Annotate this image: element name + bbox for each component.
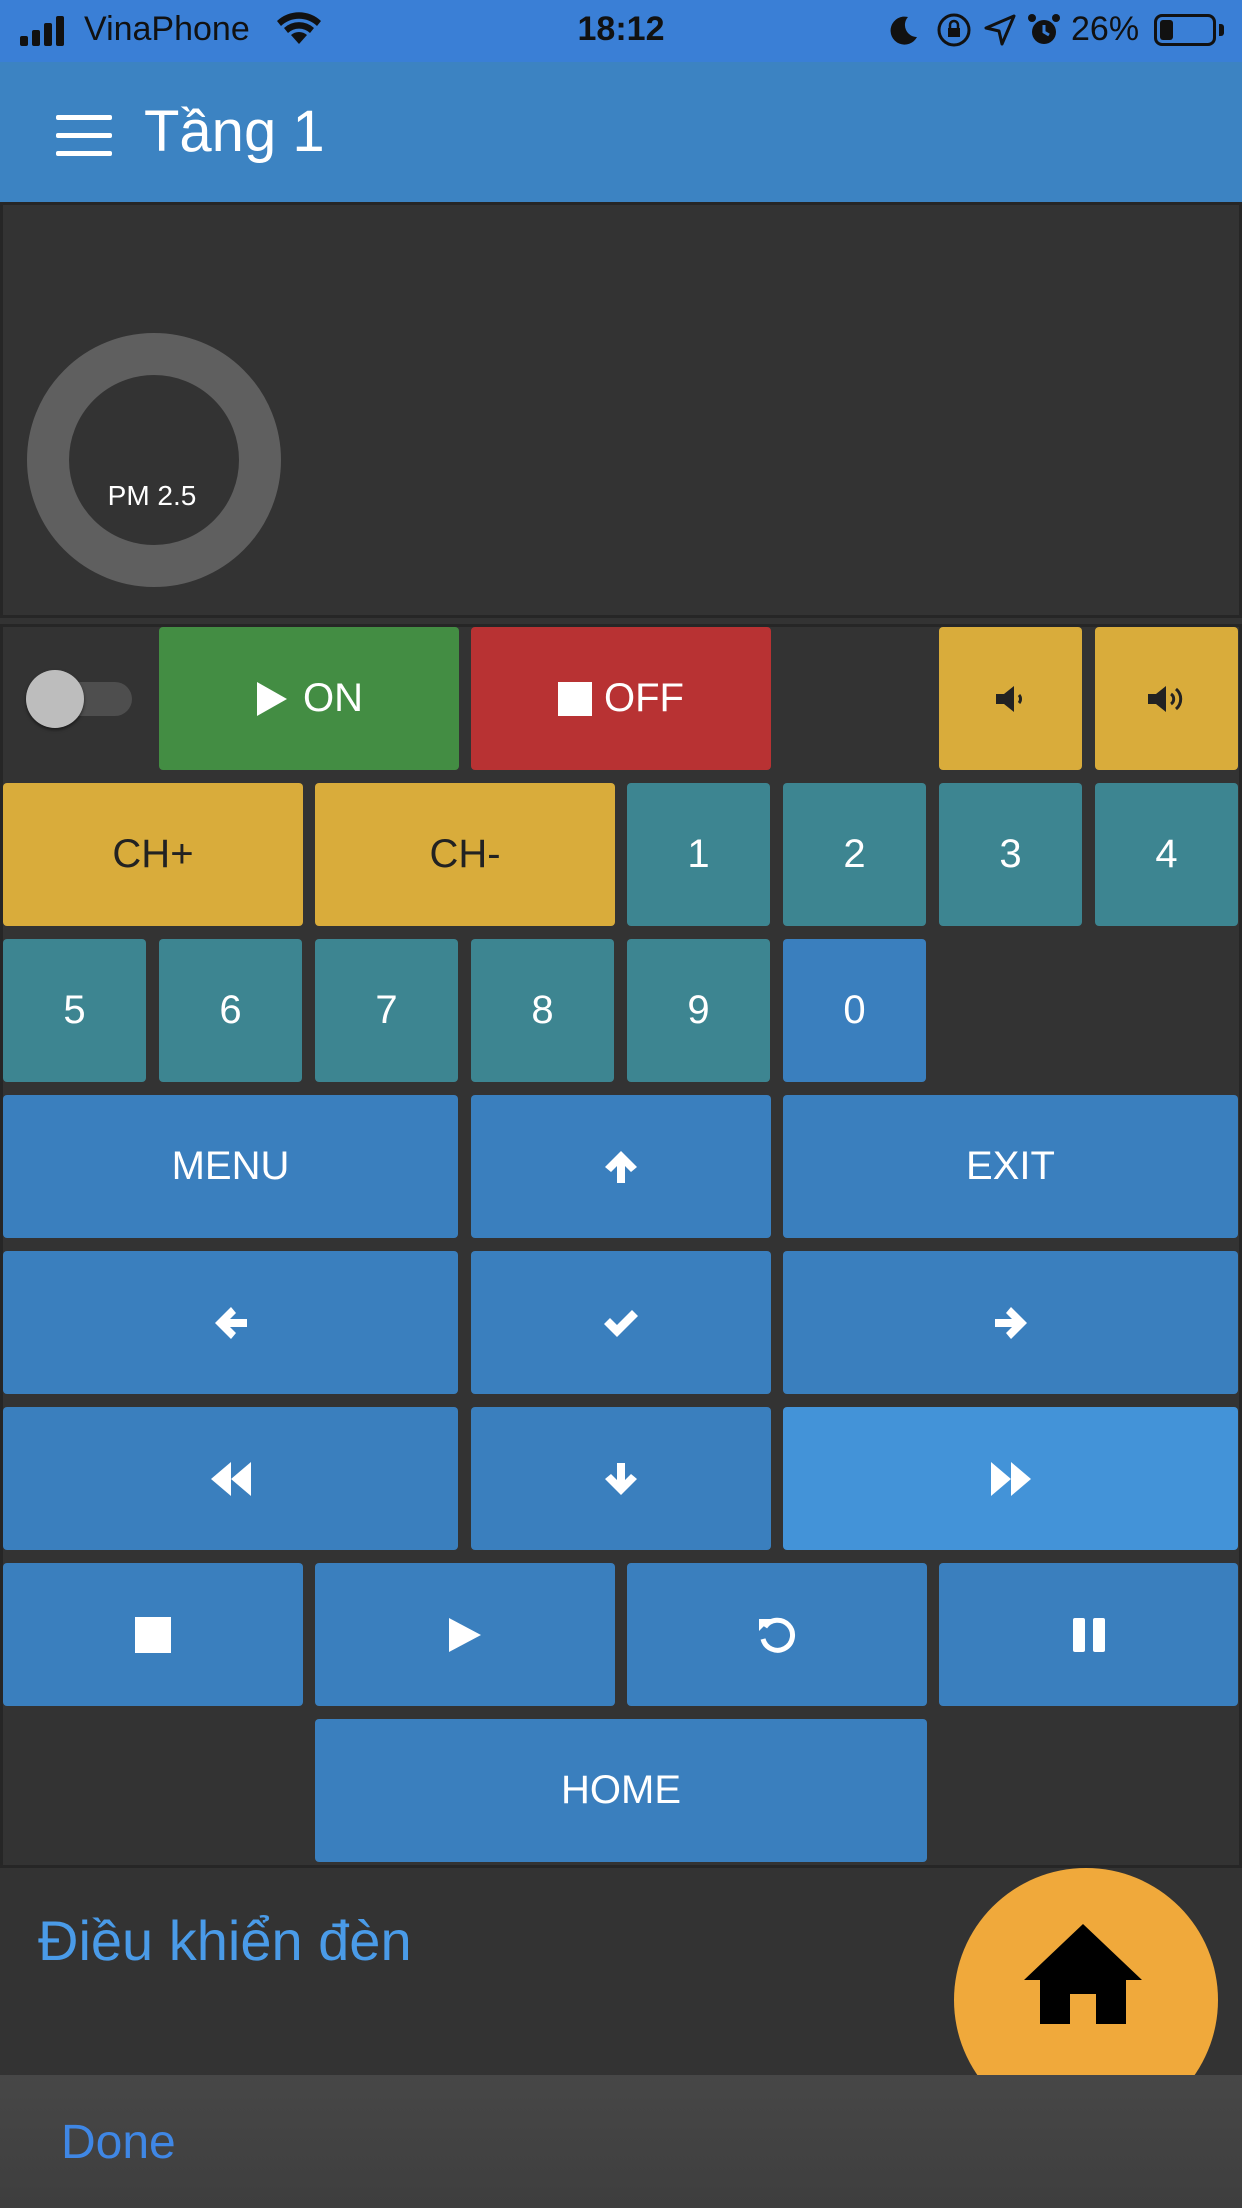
stop-button[interactable]: [3, 1563, 303, 1706]
on-label: ON: [303, 676, 363, 720]
home-button[interactable]: HOME: [315, 1719, 927, 1862]
keyboard-accessory-bar: Done: [0, 2075, 1242, 2208]
fast-forward-icon: [990, 1461, 1031, 1496]
rewind-button[interactable]: [3, 1407, 458, 1550]
pm25-gauge-panel: [0, 202, 1242, 618]
done-button[interactable]: Done: [61, 2115, 176, 2170]
location-icon: [984, 14, 1016, 46]
pause-icon: [1072, 1617, 1105, 1652]
stop-icon: [135, 1616, 171, 1653]
lights-section-title: Điều khiển đèn: [38, 1909, 412, 1972]
volume-down-icon: [995, 685, 1022, 712]
hamburger-icon[interactable]: [56, 115, 112, 157]
volume-up-icon: [1147, 685, 1182, 712]
digit-1-button[interactable]: 1: [627, 783, 770, 926]
down-button[interactable]: [471, 1407, 771, 1550]
digit-5-button[interactable]: 5: [3, 939, 146, 1082]
fast-forward-button[interactable]: [783, 1407, 1238, 1550]
battery-icon: [1154, 14, 1224, 46]
right-button[interactable]: [783, 1251, 1238, 1394]
on-button[interactable]: ON: [159, 627, 459, 770]
rewind-icon: [210, 1461, 251, 1496]
check-icon: [604, 1309, 638, 1337]
digit-7-button[interactable]: 7: [315, 939, 458, 1082]
channel-down-button[interactable]: CH-: [315, 783, 615, 926]
rotation-lock-icon: [937, 13, 971, 47]
stop-icon: [558, 681, 592, 716]
digit-4-button[interactable]: 4: [1095, 783, 1238, 926]
off-button[interactable]: OFF: [471, 627, 771, 770]
arrow-right-icon: [994, 1306, 1027, 1339]
battery-percent: 26%: [1071, 10, 1140, 48]
pm25-gauge: [27, 333, 281, 587]
ok-button[interactable]: [471, 1251, 771, 1394]
play-button[interactable]: [315, 1563, 615, 1706]
arrow-up-icon: [605, 1150, 637, 1183]
power-toggle[interactable]: [26, 670, 134, 728]
digit-8-button[interactable]: 8: [471, 939, 614, 1082]
digit-0-button[interactable]: 0: [783, 939, 926, 1082]
play-icon: [449, 1617, 481, 1652]
digit-2-button[interactable]: 2: [783, 783, 926, 926]
menu-button[interactable]: MENU: [3, 1095, 458, 1238]
pm25-label: PM 2.5: [107, 480, 197, 511]
volume-down-button[interactable]: [939, 627, 1082, 770]
channel-up-button[interactable]: CH+: [3, 783, 303, 926]
replay-icon: [759, 1617, 796, 1653]
pause-button[interactable]: [939, 1563, 1238, 1706]
play-icon: [257, 681, 287, 716]
volume-up-button[interactable]: [1095, 627, 1238, 770]
digit-6-button[interactable]: 6: [159, 939, 302, 1082]
off-label: OFF: [604, 676, 684, 720]
up-button[interactable]: [471, 1095, 771, 1238]
digit-9-button[interactable]: 9: [627, 939, 770, 1082]
page-title: Tầng 1: [144, 99, 325, 164]
exit-button[interactable]: EXIT: [783, 1095, 1238, 1238]
home-icon: [1024, 1924, 1142, 2024]
arrow-left-icon: [214, 1306, 247, 1339]
moon-icon: [890, 16, 917, 45]
status-bar: VinaPhone 18:12 26%: [0, 0, 1242, 62]
digit-3-button[interactable]: 3: [939, 783, 1082, 926]
left-button[interactable]: [3, 1251, 458, 1394]
alarm-icon: [1028, 14, 1060, 44]
replay-button[interactable]: [627, 1563, 927, 1706]
arrow-down-icon: [605, 1462, 637, 1495]
app-bar: Tầng 1: [0, 62, 1242, 202]
